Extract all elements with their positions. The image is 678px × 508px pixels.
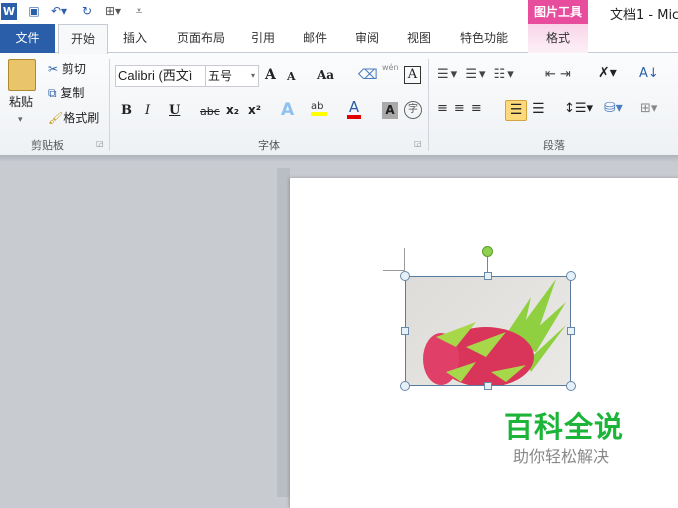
sort-icon[interactable]: A↓ (639, 66, 659, 81)
tab-home[interactable]: 开始 (58, 24, 108, 54)
scissors-icon: ✂ (48, 62, 59, 76)
format-painter-button[interactable]: 🖌格式刷 (48, 109, 99, 127)
format-painter-label: 格式刷 (63, 111, 100, 125)
paste-dropdown[interactable]: ▾ (18, 111, 23, 129)
resize-handle-bottom[interactable] (484, 382, 492, 390)
char-border-button[interactable]: A (404, 66, 421, 84)
save-icon[interactable]: ▣ (26, 3, 42, 20)
list-buttons[interactable]: ☰▾ ☰▾ ☷▾ (437, 67, 516, 82)
indent-buttons[interactable]: ⇤ ⇥ (545, 67, 571, 82)
underline-button[interactable]: U (169, 103, 180, 118)
watermark-title: 百科全说 (504, 410, 625, 444)
picture-tools-label: 图片工具 (528, 0, 588, 24)
strikethrough-button[interactable]: abc (200, 105, 220, 118)
resize-handle-bottom-left[interactable] (400, 381, 410, 391)
clipboard-launcher-icon[interactable]: ◲ (96, 139, 104, 148)
resize-handle-top-left[interactable] (400, 271, 410, 281)
tab-review[interactable]: 审阅 (347, 24, 387, 53)
font-name-select[interactable]: Calibri (西文ì (115, 65, 206, 87)
tab-references[interactable]: 引用 (243, 24, 283, 53)
subscript-button[interactable]: x₂ (226, 103, 239, 117)
paste-button[interactable]: 粘贴 (9, 93, 33, 111)
phonetic-guide-button[interactable]: wén (382, 63, 399, 72)
tab-format[interactable]: 格式 (528, 24, 588, 53)
cut-button[interactable]: ✂ 剪切 (48, 60, 86, 78)
distributed-icon[interactable]: ☰ (532, 101, 545, 117)
font-group-label: 字体 (258, 139, 280, 152)
borders-icon[interactable]: ⊞▾ (640, 101, 657, 116)
ribbon: 粘贴 ▾ ✂ 剪切 ⧉ 复制 🖌格式刷 剪贴板 ◲ Calibri (西文ì 五… (0, 53, 678, 155)
align-buttons[interactable]: ≡≡≡ (437, 101, 488, 116)
align-center-icon[interactable]: ≡ (454, 101, 471, 116)
rotate-handle[interactable] (482, 246, 493, 257)
resize-handle-top-right[interactable] (566, 271, 576, 281)
grow-font-button[interactable]: A (265, 67, 276, 83)
divider (428, 59, 429, 151)
font-size-value: 五号 (208, 69, 233, 83)
shrink-font-button[interactable]: A (287, 70, 296, 83)
bullets-icon[interactable]: ☰▾ (437, 67, 459, 82)
tab-view[interactable]: 视图 (399, 24, 439, 53)
font-size-select[interactable]: 五号 ▾ (205, 65, 259, 87)
redo-icon[interactable]: ↻ (80, 3, 94, 20)
resize-handle-top[interactable] (484, 272, 492, 280)
asian-layout-icon[interactable]: ✗▾ (598, 65, 617, 81)
brush-icon: 🖌 (48, 111, 64, 125)
change-case-button[interactable]: Aa (317, 68, 334, 82)
page-gutter (277, 168, 290, 497)
print-preview-icon[interactable]: ⊞▾ (100, 3, 126, 20)
resize-handle-bottom-right[interactable] (566, 381, 576, 391)
copy-button[interactable]: ⧉ 复制 (48, 84, 84, 102)
dragon-fruit-image[interactable] (405, 276, 571, 386)
increase-indent-icon[interactable]: ⇥ (560, 67, 571, 82)
dragon-fruit-graphic (423, 279, 566, 385)
bold-button[interactable]: B (121, 103, 132, 118)
tab-special-features[interactable]: 特色功能 (452, 24, 516, 53)
clear-format-icon[interactable]: ⌫ (358, 67, 378, 83)
undo-icon[interactable]: ↶▾ (48, 3, 70, 20)
numbering-icon[interactable]: ☰▾ (465, 67, 487, 82)
char-shading-button[interactable]: A (382, 102, 398, 119)
justify-icon: ☰ (509, 102, 523, 118)
ribbon-shadow (0, 155, 678, 162)
line-spacing-icon[interactable]: ↕☰▾ (564, 101, 593, 116)
text-effects-icon[interactable]: A (281, 100, 294, 120)
tab-page-layout[interactable]: 页面布局 (168, 24, 234, 53)
shading-icon[interactable]: ⛁▾ (604, 100, 623, 116)
word-icon[interactable]: W (1, 3, 17, 20)
resize-handle-right[interactable] (567, 327, 575, 335)
margin-mark (404, 248, 405, 270)
customize-icon[interactable]: ⩡ (134, 3, 144, 20)
superscript-button[interactable]: x² (248, 103, 261, 117)
decrease-indent-icon[interactable]: ⇤ (545, 67, 556, 82)
font-name-value: Calibri (西文ì (118, 68, 193, 83)
italic-button[interactable]: I (145, 103, 150, 118)
enclose-char-button[interactable]: 字 (404, 101, 422, 119)
tab-mailings[interactable]: 邮件 (295, 24, 335, 53)
multilevel-list-icon[interactable]: ☷▾ (494, 67, 516, 82)
justify-button[interactable]: ☰ (505, 100, 527, 121)
copy-label: 复制 (60, 86, 85, 100)
align-right-icon[interactable]: ≡ (471, 101, 488, 116)
ribbon-tabs: 文件 开始 插入 页面布局 引用 邮件 审阅 视图 特色功能 格式 (0, 24, 678, 54)
clipboard-group-label: 剪贴板 (31, 139, 64, 152)
align-left-icon[interactable]: ≡ (437, 101, 454, 116)
watermark-subtitle: 助你轻松解决 (513, 447, 610, 466)
paragraph-group-label: 段落 (543, 139, 565, 152)
font-color-button[interactable]: A (347, 99, 361, 119)
tab-insert[interactable]: 插入 (115, 24, 155, 53)
cut-label: 剪切 (61, 62, 86, 76)
copy-icon: ⧉ (48, 86, 57, 100)
font-launcher-icon[interactable]: ◲ (414, 139, 422, 148)
title-bar: W ▣ ↶▾ ↻ ⊞▾ ⩡ 图片工具 文档1 - Mic (0, 0, 678, 24)
window-title: 文档1 - Mic (610, 8, 678, 23)
resize-handle-left[interactable] (401, 327, 409, 335)
highlight-button[interactable]: ab (311, 101, 327, 116)
chevron-down-icon: ▾ (250, 71, 255, 80)
paste-icon[interactable] (8, 59, 36, 91)
tab-file[interactable]: 文件 (0, 24, 55, 53)
